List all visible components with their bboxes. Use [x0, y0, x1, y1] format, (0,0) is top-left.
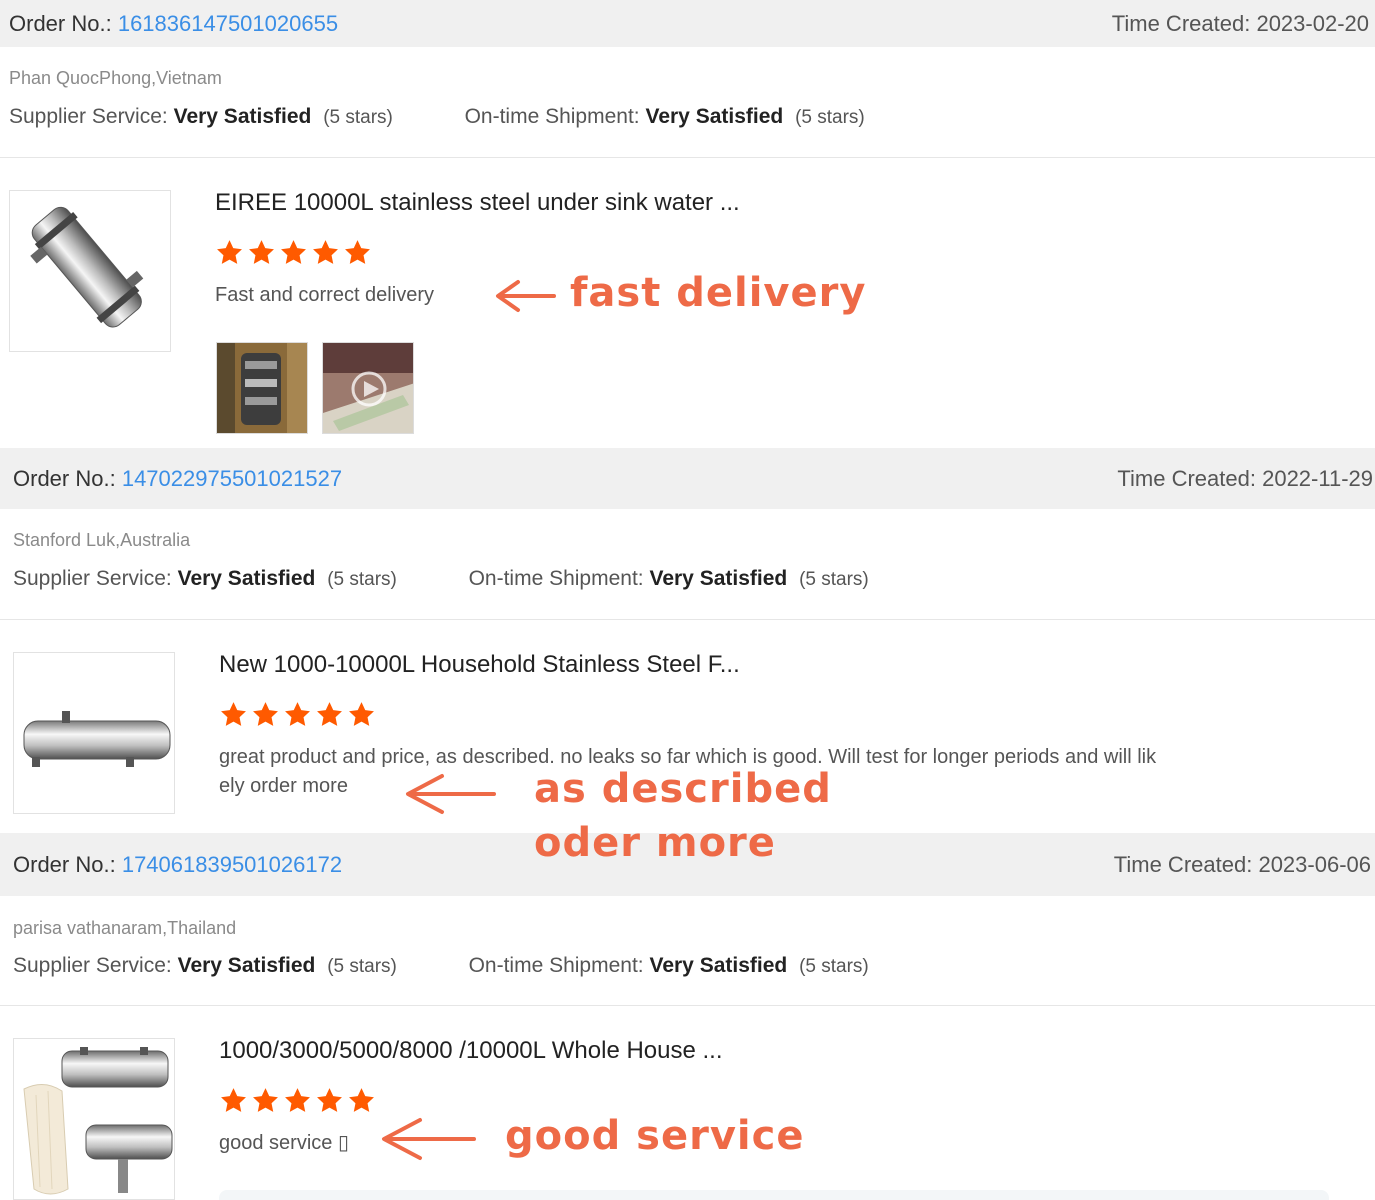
star-icon — [221, 702, 246, 726]
arrow-left-icon — [382, 1118, 476, 1160]
order-number-link[interactable]: 161836147501020655 — [118, 11, 338, 36]
star-rating — [219, 700, 376, 730]
service-ratings: Supplier Service: Very Satisfied (5 star… — [9, 105, 865, 128]
divider — [0, 157, 1375, 158]
time-created: Time Created: 2023-06-06 — [1113, 851, 1371, 877]
annotation-label: as described — [534, 766, 832, 812]
arrow-left-icon — [496, 280, 556, 312]
order-number-label: Order No.: 174061839501026172 — [13, 851, 343, 877]
star-icon — [349, 1088, 374, 1112]
time-created: Time Created: 2023-02-20 — [1111, 10, 1369, 36]
star-icon — [345, 240, 370, 264]
star-icon — [317, 1088, 342, 1112]
buyer-name: Phan QuocPhong,Vietnam — [9, 68, 222, 88]
annotation-label: oder more — [534, 820, 776, 866]
buyer-name: parisa vathanaram,Thailand — [13, 918, 237, 938]
review-video[interactable] — [322, 342, 414, 434]
star-icon — [217, 240, 242, 264]
star-icon — [317, 702, 342, 726]
star-icon — [249, 240, 274, 264]
review-photo[interactable] — [216, 342, 308, 434]
product-thumbnail[interactable] — [13, 1038, 175, 1200]
product-title[interactable]: 1000/3000/5000/8000 /10000L Whole House … — [219, 1037, 723, 1065]
service-ratings: Supplier Service: Very Satisfied (5 star… — [13, 567, 869, 590]
star-icon — [281, 240, 306, 264]
order-number-label: Order No.: 147022975501021527 — [13, 465, 343, 491]
star-icon — [221, 1088, 246, 1112]
service-ratings: Supplier Service: Very Satisfied (5 star… — [13, 954, 869, 977]
annotation-label: good service — [505, 1113, 805, 1159]
annotation-label: fast delivery — [570, 270, 867, 316]
star-icon — [253, 1088, 278, 1112]
review-text: Fast and correct delivery — [215, 284, 434, 306]
time-created: Time Created: 2022-11-29 — [1117, 465, 1373, 491]
order-header: Order No.: 147022975501021527 Time Creat… — [0, 448, 1375, 509]
star-icon — [349, 702, 374, 726]
divider — [0, 619, 1375, 620]
order-header: Order No.: 161836147501020655 Time Creat… — [0, 0, 1375, 47]
product-title[interactable]: EIREE 10000L stainless steel under sink … — [215, 189, 740, 217]
arrow-left-icon — [406, 774, 496, 814]
order-number-link[interactable]: 147022975501021527 — [122, 466, 342, 491]
star-rating — [215, 238, 372, 268]
order-number-link[interactable]: 174061839501026172 — [122, 852, 342, 877]
buyer-name: Stanford Luk,Australia — [13, 530, 191, 550]
product-thumbnail[interactable] — [9, 190, 171, 352]
star-rating — [219, 1086, 376, 1116]
product-title[interactable]: New 1000-10000L Household Stainless Stee… — [219, 651, 740, 679]
order-number-label: Order No.: 161836147501020655 — [9, 10, 339, 36]
product-thumbnail[interactable] — [13, 652, 175, 814]
star-icon — [285, 702, 310, 726]
reply-box-edge — [219, 1190, 1329, 1200]
star-icon — [253, 702, 278, 726]
review-text: good service ▯ — [219, 1132, 349, 1154]
divider — [0, 1005, 1375, 1006]
star-icon — [285, 1088, 310, 1112]
star-icon — [313, 240, 338, 264]
